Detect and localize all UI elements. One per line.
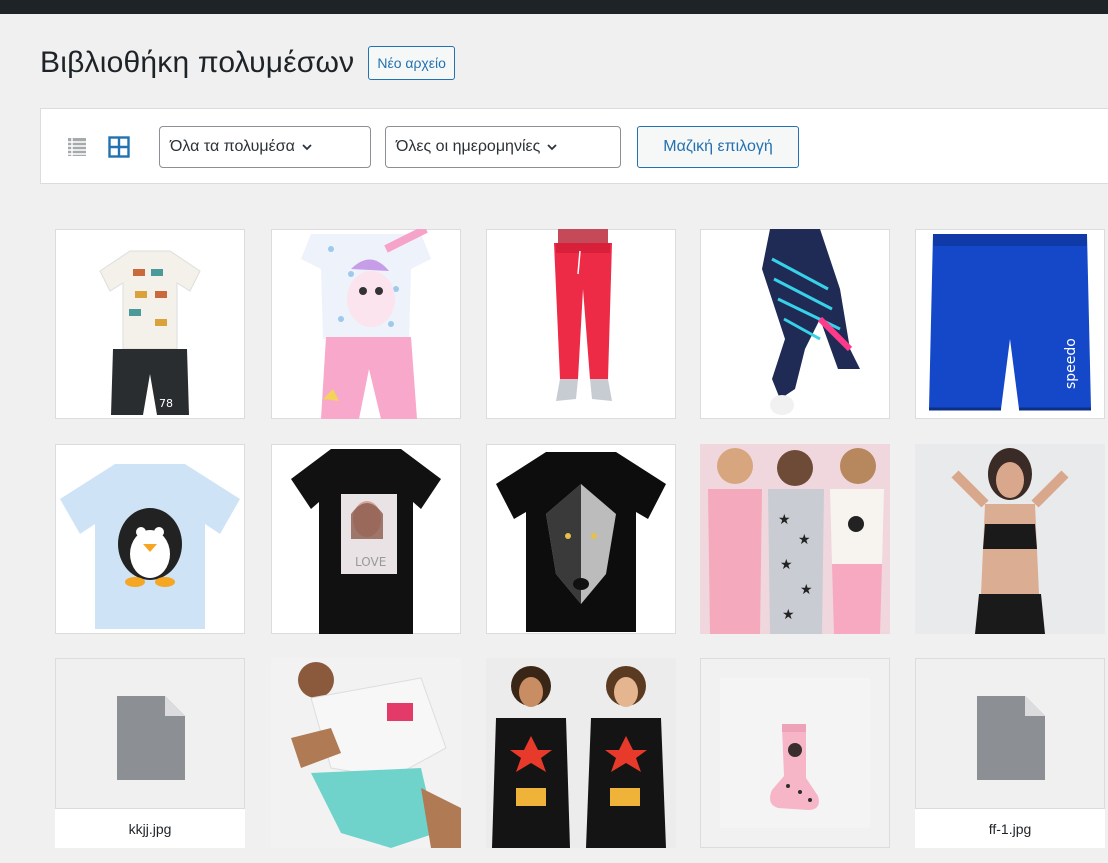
media-type-filter[interactable]: Όλα τα πολυμέσα: [159, 126, 371, 168]
file-name: kkjj.jpg: [55, 808, 245, 848]
media-item-north-face-tshirt[interactable]: [271, 658, 461, 848]
media-item-sport-leggings[interactable]: [700, 229, 890, 419]
media-item-kids-pyjamas[interactable]: ★ ★ ★ ★ ★: [700, 444, 890, 634]
svg-text:★: ★: [798, 531, 811, 547]
media-toolbar: Όλα τα πολυμέσα Όλες οι ημερομηνίες Μαζι…: [40, 108, 1108, 184]
chevron-down-icon: [302, 144, 312, 151]
media-item-blue-shorts[interactable]: speedo: [915, 229, 1105, 419]
media-item-penguin-tshirt[interactable]: [55, 444, 245, 634]
chevron-down-icon: [547, 144, 557, 151]
media-item-black-girl-print-tshirt[interactable]: LOVE: [271, 444, 461, 634]
svg-text:LOVE: LOVE: [355, 555, 386, 569]
media-item-kids-animal-tshirt[interactable]: 78: [55, 229, 245, 419]
svg-text:★: ★: [800, 581, 813, 597]
page-title: Βιβλιοθήκη πολυμέσων: [40, 46, 355, 79]
media-item-sports-bra[interactable]: [915, 444, 1105, 634]
svg-text:★: ★: [780, 556, 793, 572]
svg-text:★: ★: [782, 606, 795, 622]
media-item-red-joggers[interactable]: [486, 229, 676, 419]
svg-text:★: ★: [778, 511, 791, 527]
admin-top-bar: [0, 0, 1108, 14]
media-item-unicorn-tshirt[interactable]: [271, 229, 461, 419]
media-item-file[interactable]: ff-1.jpg: [915, 658, 1105, 848]
date-filter[interactable]: Όλες οι ημερομηνίες: [385, 126, 621, 168]
add-new-file-button[interactable]: Νέο αρχείο: [368, 46, 455, 80]
media-item-wolf-tshirt[interactable]: [486, 444, 676, 634]
grid-view-icon[interactable]: [108, 136, 130, 158]
page-heading: Βιβλιοθήκη πολυμέσων Νέο αρχείο: [40, 46, 455, 80]
date-filter-value: Όλες οι ημερομηνίες: [396, 138, 541, 155]
media-type-filter-value: Όλα τα πολυμέσα: [170, 138, 295, 155]
media-item-pink-sock[interactable]: [700, 658, 890, 848]
list-view-icon[interactable]: [67, 137, 87, 157]
media-item-file[interactable]: kkjj.jpg: [55, 658, 245, 848]
media-item-couple-tshirts[interactable]: [486, 658, 676, 848]
svg-text:78: 78: [159, 397, 173, 410]
svg-text:speedo: speedo: [1063, 338, 1079, 389]
bulk-select-button[interactable]: Μαζική επιλογή: [637, 126, 799, 168]
file-name: ff-1.jpg: [915, 808, 1105, 848]
